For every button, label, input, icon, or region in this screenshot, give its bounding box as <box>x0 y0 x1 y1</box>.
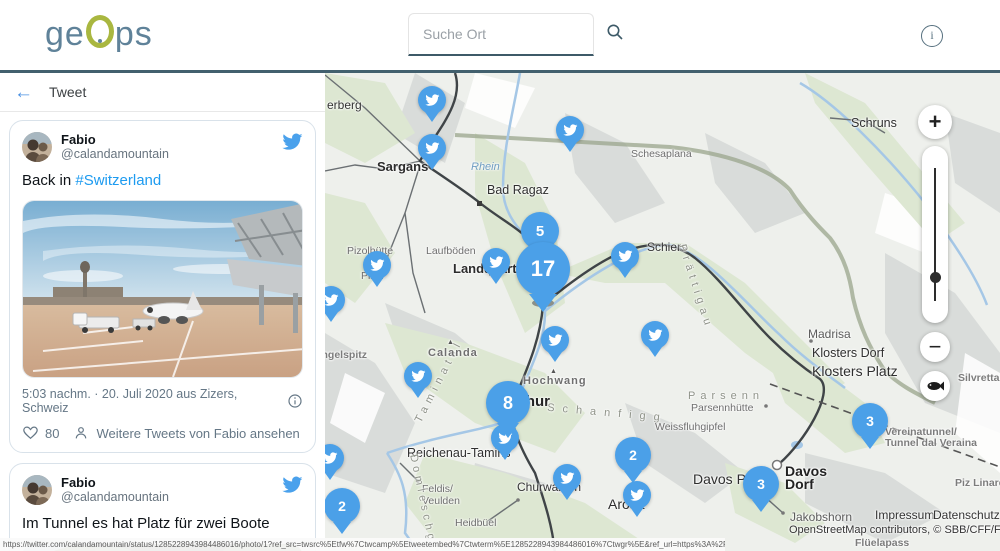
tweet-card[interactable]: Fabio @calandamountain Back in #Switzerl… <box>9 120 316 453</box>
zoom-out-button[interactable]: − <box>920 332 950 362</box>
geops-logo[interactable]: geps <box>45 14 153 54</box>
link-preview-statusbar: https://twitter.com/calandamountain/stat… <box>0 538 725 551</box>
fish-icon <box>926 380 944 392</box>
twitter-bird-icon[interactable] <box>282 476 303 498</box>
tweet-marker[interactable] <box>325 286 345 314</box>
map-overlay: erberg Sargans Rhein Bad Ragaz Schruns Schesa… <box>325 73 1000 551</box>
zoom-slider[interactable] <box>922 146 948 323</box>
search-input[interactable] <box>421 25 606 43</box>
map-attribution: OpenStreetMap contributors, © SBB/CFF/FF… <box>789 524 1000 536</box>
map-label: Weissfluhgipfel <box>655 421 725 433</box>
tweet-list: Fabio @calandamountain Back in #Switzerl… <box>0 112 325 551</box>
tweet-marker[interactable] <box>611 242 639 270</box>
zoom-slider-thumb[interactable] <box>930 272 941 283</box>
tweet-info-icon[interactable] <box>287 393 303 409</box>
map-label: Parsennhütte <box>691 402 753 414</box>
tweet-timestamp: 5:03 nachm. · 20. Juli 2020 aus Zizers, … <box>22 387 287 415</box>
tweet-marker[interactable] <box>418 86 446 114</box>
cluster-count: 2 <box>338 498 346 514</box>
map-label: Prättigau <box>676 243 715 331</box>
like-icon[interactable] <box>22 425 39 441</box>
map-label: Jakobshorn <box>790 510 852 524</box>
map-label: Flüelapass <box>855 537 909 549</box>
map-label: Schesaplana <box>631 148 692 160</box>
map-label: Sargans <box>377 159 428 174</box>
twitter-bird-icon[interactable] <box>282 133 303 155</box>
tweet-marker[interactable] <box>541 326 569 354</box>
tweet-cluster-marker[interactable]: 3 <box>743 466 779 502</box>
map-label: Heidbüel <box>455 517 496 529</box>
datenschutz-link[interactable]: Datenschutz <box>933 508 1000 522</box>
header-divider <box>0 70 1000 73</box>
map-label: erberg <box>327 98 362 112</box>
cluster-count: 2 <box>629 447 637 463</box>
map-label: Klosters Platz <box>812 363 898 379</box>
map-label: Bad Ragaz <box>487 183 549 197</box>
cluster-count: 3 <box>866 413 874 429</box>
tweet-author-handle[interactable]: @calandamountain <box>61 147 282 162</box>
map-label: Ringelspitz <box>325 349 367 361</box>
fish-layer-button[interactable] <box>920 371 950 401</box>
map-label: Schanfigg <box>547 402 669 424</box>
tweet-marker[interactable] <box>556 116 584 144</box>
map-label: Parsenn <box>688 390 764 402</box>
info-button[interactable]: i <box>921 25 943 47</box>
hashtag-link[interactable]: #Switzerland <box>75 172 161 189</box>
map-label: ▲ <box>550 368 557 375</box>
tweet-author-name[interactable]: Fabio <box>61 475 282 490</box>
map-label: Klosters Dorf <box>812 346 884 360</box>
tweet-author-name[interactable]: Fabio <box>61 132 282 147</box>
tweet-photo-airport[interactable] <box>22 200 303 378</box>
place-search[interactable] <box>408 13 594 56</box>
tweet-author-handle[interactable]: @calandamountain <box>61 490 282 505</box>
map-label: Piz Linard <box>955 477 1000 489</box>
cluster-count: 17 <box>531 256 555 282</box>
tweet-marker[interactable] <box>363 251 391 279</box>
cluster-count: 8 <box>503 393 513 414</box>
avatar[interactable] <box>22 475 52 505</box>
app-header: geps i <box>0 0 1000 70</box>
cluster-count: 5 <box>536 223 544 240</box>
map-label: Schruns <box>851 116 897 130</box>
tweet-marker[interactable] <box>623 481 651 509</box>
impressum-link[interactable]: Impressum <box>875 508 934 522</box>
map-label: Silvretta <box>958 372 999 384</box>
search-icon[interactable] <box>606 23 624 46</box>
tweet-sidebar: ← Tweet Fabio @calandamountain Back in #… <box>0 73 325 551</box>
sidebar-title: Tweet <box>49 84 86 100</box>
more-tweets-link[interactable]: Weitere Tweets von Fabio ansehen <box>96 426 299 441</box>
tweet-cluster-marker[interactable]: 17 <box>516 242 570 296</box>
tweet-marker[interactable] <box>418 134 446 162</box>
tweet-cluster-marker[interactable]: 2 <box>325 488 360 524</box>
like-count: 80 <box>45 426 59 441</box>
map-label: Hochwang <box>523 375 587 387</box>
map-label: Laufböden <box>426 245 476 257</box>
tweet-cluster-marker[interactable]: 3 <box>852 403 888 439</box>
map-label: Rhein <box>471 161 500 173</box>
person-icon <box>73 425 89 441</box>
tweet-marker[interactable] <box>553 464 581 492</box>
tweet-text: Back in #Switzerland <box>22 171 303 190</box>
avatar[interactable] <box>22 132 52 162</box>
back-arrow-icon[interactable]: ← <box>14 83 33 102</box>
map-label: Tunnel dal Veraina <box>885 437 977 449</box>
cluster-count: 3 <box>757 476 765 492</box>
tweet-marker[interactable] <box>482 248 510 276</box>
map[interactable]: erberg Sargans Rhein Bad Ragaz Schruns Schesa… <box>325 73 1000 551</box>
tweet-marker[interactable] <box>325 444 344 472</box>
tweet-cluster-marker[interactable]: 8 <box>486 381 530 425</box>
map-label: Dorf <box>785 476 814 492</box>
sidebar-header: ← Tweet <box>0 73 325 112</box>
tweet-text: Im Tunnel es hat Platz für zwei Boote <box>22 514 303 533</box>
tweet-marker[interactable] <box>404 362 432 390</box>
tweet-cluster-marker[interactable]: 2 <box>615 437 651 473</box>
map-label: Calanda <box>428 347 478 359</box>
logo-o-icon <box>86 15 114 48</box>
zoom-in-button[interactable]: + <box>918 105 952 139</box>
tweet-marker[interactable] <box>641 321 669 349</box>
map-label: Madrisa <box>808 327 851 341</box>
map-label: ▲ <box>447 339 454 346</box>
